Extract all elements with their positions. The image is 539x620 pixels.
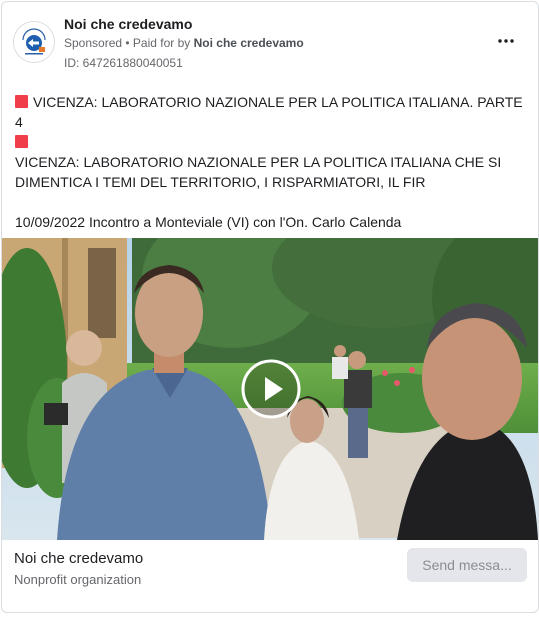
body-paragraph: VICENZA: LABORATORIO NAZIONALE PER LA PO… <box>15 154 502 190</box>
ad-body-text: VICENZA: LABORATORIO NAZIONALE PER LA PO… <box>15 92 525 252</box>
send-message-button[interactable]: Send messa... <box>407 548 527 582</box>
library-id: ID: 647261880040051 <box>64 56 183 70</box>
more-horizontal-icon <box>498 39 514 43</box>
paid-for-prefix: • Paid for by <box>125 36 191 50</box>
page-avatar[interactable] <box>13 21 55 63</box>
sponsored-line: Sponsored • Paid for by Noi che credevam… <box>64 36 304 50</box>
paid-for-name[interactable]: Noi che credevamo <box>194 36 304 50</box>
ad-header: Noi che credevamo Sponsored • Paid for b… <box>2 2 538 78</box>
ad-footer: Noi che credevamo Nonprofit organization… <box>2 540 538 612</box>
sponsored-label: Sponsored <box>64 36 123 50</box>
red-square-icon <box>15 135 28 148</box>
footer-category: Nonprofit organization <box>14 572 142 587</box>
body-event-line: 10/09/2022 Incontro a Monteviale (VI) co… <box>15 214 402 230</box>
footer-page-name[interactable]: Noi che credevamo <box>14 550 143 567</box>
page-name[interactable]: Noi che credevamo <box>64 16 192 32</box>
ad-card: Noi che credevamo Sponsored • Paid for b… <box>1 1 539 613</box>
page-logo-icon <box>14 22 54 62</box>
ad-video[interactable] <box>2 238 538 540</box>
body-line-marker <box>15 132 525 152</box>
body-line-headline: VICENZA: LABORATORIO NAZIONALE PER LA PO… <box>15 92 525 132</box>
play-icon[interactable] <box>241 359 301 419</box>
more-options-button[interactable] <box>493 31 519 51</box>
red-square-icon <box>15 95 28 108</box>
body-headline-text: VICENZA: LABORATORIO NAZIONALE PER LA PO… <box>15 94 523 130</box>
